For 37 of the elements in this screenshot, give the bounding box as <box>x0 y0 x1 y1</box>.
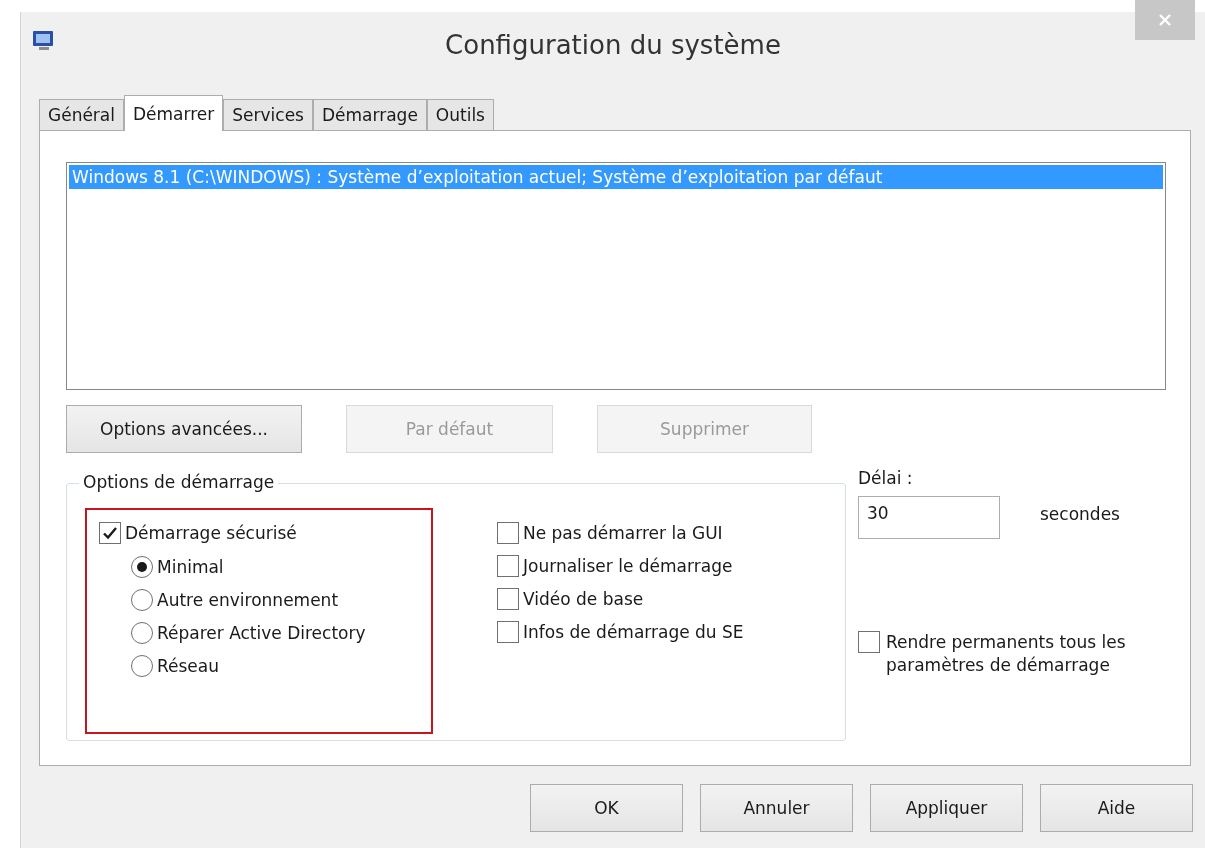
group-title: Options de démarrage <box>79 472 279 492</box>
checkbox[interactable] <box>497 621 519 643</box>
checkbox[interactable] <box>497 522 519 544</box>
close-icon <box>1158 13 1172 27</box>
dialog-button[interactable]: OK <box>530 784 683 832</box>
radio-label: Minimal <box>157 557 224 577</box>
window-title: Configuration du système <box>445 30 781 60</box>
tab[interactable]: Démarrer <box>124 95 224 131</box>
checkbox[interactable] <box>497 588 519 610</box>
radio-label: Réseau <box>157 656 219 676</box>
delay-label: Délai : <box>858 468 914 488</box>
radio-button[interactable] <box>131 655 153 677</box>
checkbox-label: Ne pas démarrer la GUI <box>523 523 723 543</box>
dialog-button[interactable]: Annuler <box>700 784 853 832</box>
tab[interactable]: Démarrage <box>312 99 427 130</box>
dialog-button[interactable]: Appliquer <box>870 784 1023 832</box>
radio-label: Autre environnement <box>157 590 339 610</box>
delay-field[interactable]: 30 <box>858 496 1000 539</box>
tab[interactable]: Général <box>39 99 124 130</box>
radio-label: Réparer Active Directory <box>157 623 366 643</box>
checkbox[interactable] <box>858 631 880 653</box>
list-button[interactable]: Options avancées... <box>66 405 302 453</box>
tab[interactable]: Outils <box>426 99 494 130</box>
radio-button[interactable] <box>131 589 153 611</box>
checkbox-label: Démarrage sécurisé <box>125 523 297 543</box>
checkbox[interactable] <box>497 555 519 577</box>
radio-button[interactable] <box>131 622 153 644</box>
checkbox-label: Vidéo de base <box>523 589 644 609</box>
check-mark-icon <box>102 525 118 541</box>
checkbox[interactable] <box>99 522 121 544</box>
checkbox-label: Rendre permanents tous les paramètres de démarrage <box>886 631 1127 677</box>
dialog-button[interactable]: Aide <box>1040 784 1193 832</box>
radio-button[interactable] <box>131 556 153 578</box>
tab[interactable]: Services <box>223 99 313 130</box>
checkbox-label: Infos de démarrage du SE <box>523 622 744 642</box>
unit-label: secondes <box>1040 504 1120 524</box>
checkbox-label: Journaliser le démarrage <box>523 556 733 576</box>
